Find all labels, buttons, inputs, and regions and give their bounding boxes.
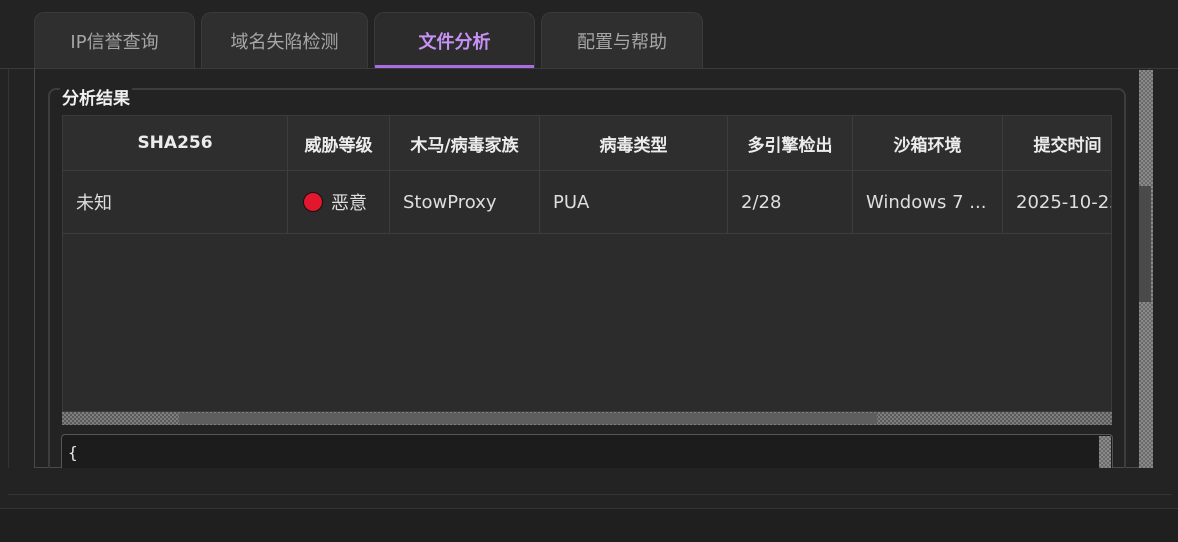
column-header-family[interactable]: 木马/病毒家族 [390, 116, 540, 171]
divider [8, 494, 1172, 495]
cell-threat-level[interactable]: 恶意 [288, 171, 390, 234]
threat-level-text: 恶意 [331, 193, 367, 214]
column-header-threat-level[interactable]: 威胁等级 [288, 116, 390, 171]
cell-sha256[interactable]: 未知 [63, 171, 288, 234]
tab-label: 域名失陷检测 [230, 31, 339, 53]
column-header-virus-type[interactable]: 病毒类型 [540, 116, 728, 171]
malicious-indicator-icon [303, 192, 323, 212]
column-header-submit-time[interactable]: 提交时间 [1003, 116, 1111, 171]
column-header-sandbox[interactable]: 沙箱环境 [853, 116, 1003, 171]
cell-engines[interactable]: 2/28 [728, 171, 853, 234]
tab-label: 配置与帮助 [577, 31, 667, 53]
tab-label: IP信誉查询 [70, 31, 159, 53]
panel-vertical-scrollbar[interactable] [1139, 70, 1153, 468]
scrollbar-thumb[interactable] [1139, 186, 1151, 302]
table-horizontal-scrollbar[interactable] [62, 412, 1112, 425]
cell-virus-type[interactable]: PUA [540, 171, 728, 234]
tab-label: 文件分析 [418, 31, 491, 53]
column-header-sha256[interactable]: SHA256 [63, 116, 288, 171]
result-table: SHA256 威胁等级 木马/病毒家族 病毒类型 多引擎检出 沙箱环境 提交时间… [62, 115, 1112, 412]
cell-family[interactable]: StowProxy [390, 171, 540, 234]
tab-config-help[interactable]: 配置与帮助 [541, 12, 703, 68]
cell-submit-time[interactable]: 2025-10-23 [1003, 171, 1111, 234]
left-border [8, 68, 9, 494]
json-text: { [68, 443, 78, 462]
cell-sandbox[interactable]: Windows 7 ... [853, 171, 1003, 234]
group-title: 分析结果 [60, 88, 132, 110]
tab-domain-compromise[interactable]: 域名失陷检测 [201, 12, 368, 68]
tab-ip-reputation[interactable]: IP信誉查询 [34, 12, 195, 68]
tab-file-analysis[interactable]: 文件分析 [374, 12, 535, 68]
panel-bottom-area [0, 468, 1178, 508]
json-vertical-scrollbar[interactable] [1099, 436, 1111, 468]
status-bar [0, 508, 1178, 542]
column-header-engines[interactable]: 多引擎检出 [728, 116, 853, 171]
scrollbar-thumb[interactable] [179, 413, 877, 424]
